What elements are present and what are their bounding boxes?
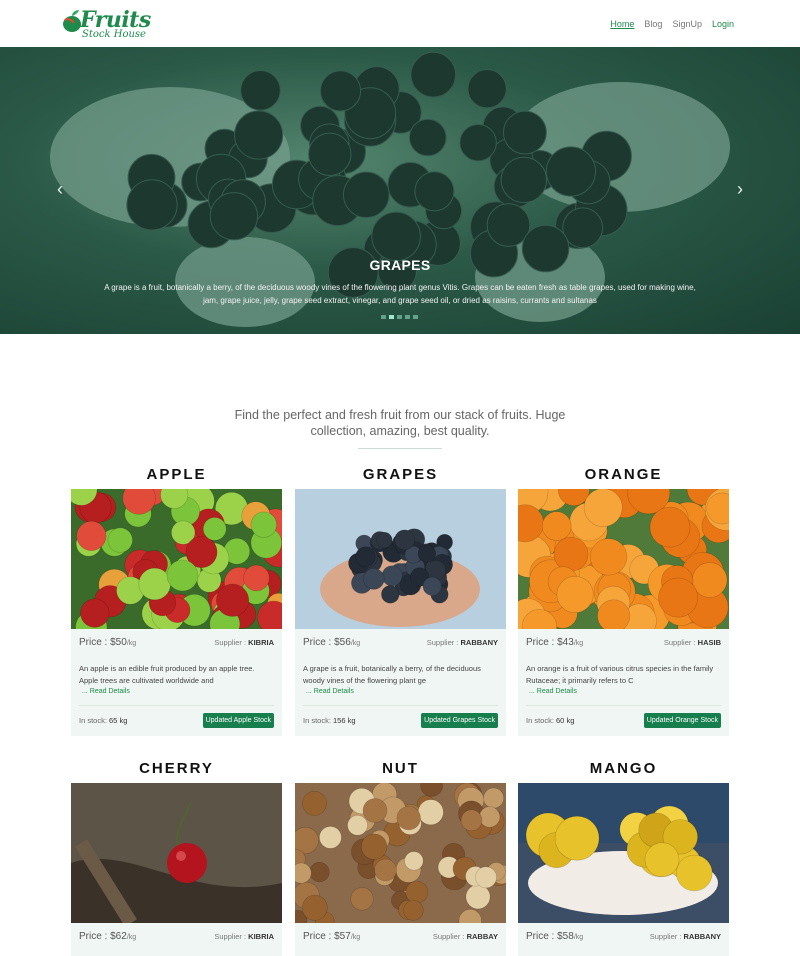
nav-signup-link[interactable]: SignUp <box>672 19 702 29</box>
product-card-body: Price : $57/kg Supplier : RABBAY <box>295 923 506 956</box>
product-image <box>71 489 282 629</box>
product-card-body: Price : $50/kg Supplier : KIBRIA An apple … <box>71 629 282 736</box>
product-card: CHERRY Price : $62/kg Supplier : KIBRIA <box>71 755 282 956</box>
product-price: Price : $50/kg <box>79 637 137 648</box>
price-unit: /kg <box>350 640 361 647</box>
price-unit: /kg <box>126 640 137 647</box>
chevron-right-icon[interactable]: › <box>730 179 750 200</box>
navbar: Fruits Stock House Home Blog SignUp Logi… <box>0 0 800 47</box>
product-price: Price : $43/kg <box>526 637 584 648</box>
product-image-frame <box>518 783 729 923</box>
product-title: GRAPES <box>362 466 439 483</box>
carousel-indicator[interactable] <box>405 315 410 319</box>
product-image <box>295 489 506 629</box>
product-image <box>71 783 282 923</box>
product-footer: In stock: 60 kg Updated Orange Stock <box>526 712 721 728</box>
product-image <box>518 489 729 629</box>
product-card-body: Price : $43/kg Supplier : HASIB An orange … <box>518 629 729 736</box>
carousel-indicators <box>381 315 418 319</box>
hero-description: A grape is a fruit, botanically a berry,… <box>104 283 696 305</box>
product-card-body: Price : $58/kg Supplier : RABBANY <box>518 923 729 956</box>
product-meta: Price : $43/kg Supplier : HASIB <box>526 637 721 654</box>
price-unit: /kg <box>126 934 137 941</box>
product-supplier: Supplier : KIBRIA <box>214 932 274 941</box>
product-price: Price : $57/kg <box>303 931 361 942</box>
product-meta: Price : $58/kg Supplier : RABBANY <box>526 931 721 948</box>
product-title: MANGO <box>589 760 658 777</box>
product-image-frame <box>518 489 729 629</box>
intro-divider <box>358 448 442 449</box>
product-footer: In stock: 156 kg Updated Grapes Stock <box>303 712 498 728</box>
product-title: ORANGE <box>584 466 663 483</box>
product-stock: In stock: 60 kg <box>526 715 575 725</box>
carousel-indicator[interactable] <box>381 315 386 319</box>
product-title: CHERRY <box>139 760 214 777</box>
product-supplier: Supplier : KIBRIA <box>214 638 274 647</box>
product-meta: Price : $57/kg Supplier : RABBAY <box>303 931 498 948</box>
brand-logo[interactable]: Fruits Stock House <box>62 5 152 43</box>
price-unit: /kg <box>573 934 584 941</box>
product-card: ORANGE Price : $43/kg Supplier : HASIB An o… <box>518 461 729 736</box>
product-price: Price : $62/kg <box>79 931 137 942</box>
product-image <box>518 783 729 923</box>
nav-home-link[interactable]: Home <box>610 19 634 29</box>
carousel-indicator[interactable] <box>389 315 394 319</box>
product-meta: Price : $56/kg Supplier : RABBANY <box>303 637 498 654</box>
product-stock: In stock: 65 kg <box>79 715 128 725</box>
brand-tagline: Stock House <box>82 28 146 40</box>
carousel-indicator[interactable] <box>413 315 418 319</box>
nav-menu: Home Blog SignUp Login <box>610 19 734 29</box>
product-title: APPLE <box>146 466 207 483</box>
card-divider <box>303 705 498 706</box>
hero-carousel: ‹ › GRAPES A grape is a fruit, botanical… <box>0 47 800 334</box>
product-card: GRAPES Price : $56/kg Supplier : RABBANY A … <box>295 461 506 736</box>
update-stock-button[interactable]: Updated Orange Stock <box>643 712 721 728</box>
product-supplier: Supplier : RABBANY <box>426 638 498 647</box>
nav-login-link[interactable]: Login <box>712 19 734 29</box>
hero-caption: GRAPES A grape is a fruit, botanically a… <box>100 257 700 307</box>
product-image <box>295 783 506 923</box>
product-meta: Price : $62/kg Supplier : KIBRIA <box>79 931 274 948</box>
product-image-frame <box>71 783 282 923</box>
product-card-body: Price : $56/kg Supplier : RABBANY A grape … <box>295 629 506 736</box>
product-description: An orange is a fruit of various citrus s… <box>526 664 714 685</box>
product-card: APPLE Price : $50/kg Supplier : KIBRIA An a… <box>71 461 282 736</box>
product-price: Price : $58/kg <box>526 931 584 942</box>
carousel-indicator[interactable] <box>397 315 402 319</box>
product-card-body: Price : $62/kg Supplier : KIBRIA <box>71 923 282 956</box>
product-meta: Price : $50/kg Supplier : KIBRIA <box>79 637 274 654</box>
nav-blog-link[interactable]: Blog <box>644 19 662 29</box>
product-supplier: Supplier : RABBAY <box>432 932 498 941</box>
chevron-left-icon[interactable]: ‹ <box>50 179 70 200</box>
price-unit: /kg <box>573 640 584 647</box>
product-stock: In stock: 156 kg <box>303 715 356 725</box>
hero-title: GRAPES <box>369 257 431 273</box>
intro-text: Find the perfect and fresh fruit from ou… <box>234 408 566 438</box>
read-details-link[interactable]: ... Read Details <box>529 688 721 702</box>
product-card: MANGO Price : $58/kg Supplier : RABBANY <box>518 755 729 956</box>
read-details-link[interactable]: ... Read Details <box>82 688 274 702</box>
product-image-frame <box>295 489 506 629</box>
product-image-frame <box>295 783 506 923</box>
update-stock-button[interactable]: Updated Grapes Stock <box>421 712 498 728</box>
card-divider <box>79 705 274 706</box>
product-title: NUT <box>382 760 419 777</box>
card-divider <box>526 705 721 706</box>
product-description: An apple is an edible fruit produced by … <box>79 664 255 685</box>
product-card: NUT Price : $57/kg Supplier : RABBAY <box>295 755 506 956</box>
read-details-link[interactable]: ... Read Details <box>306 688 498 702</box>
price-unit: /kg <box>350 934 361 941</box>
product-supplier: Supplier : RABBANY <box>649 932 721 941</box>
product-description: A grape is a fruit, botanically a berry,… <box>303 664 481 685</box>
product-image-frame <box>71 489 282 629</box>
product-price: Price : $56/kg <box>303 637 361 648</box>
update-stock-button[interactable]: Updated Apple Stock <box>202 712 274 728</box>
product-supplier: Supplier : HASIB <box>663 638 721 647</box>
product-footer: In stock: 65 kg Updated Apple Stock <box>79 712 274 728</box>
